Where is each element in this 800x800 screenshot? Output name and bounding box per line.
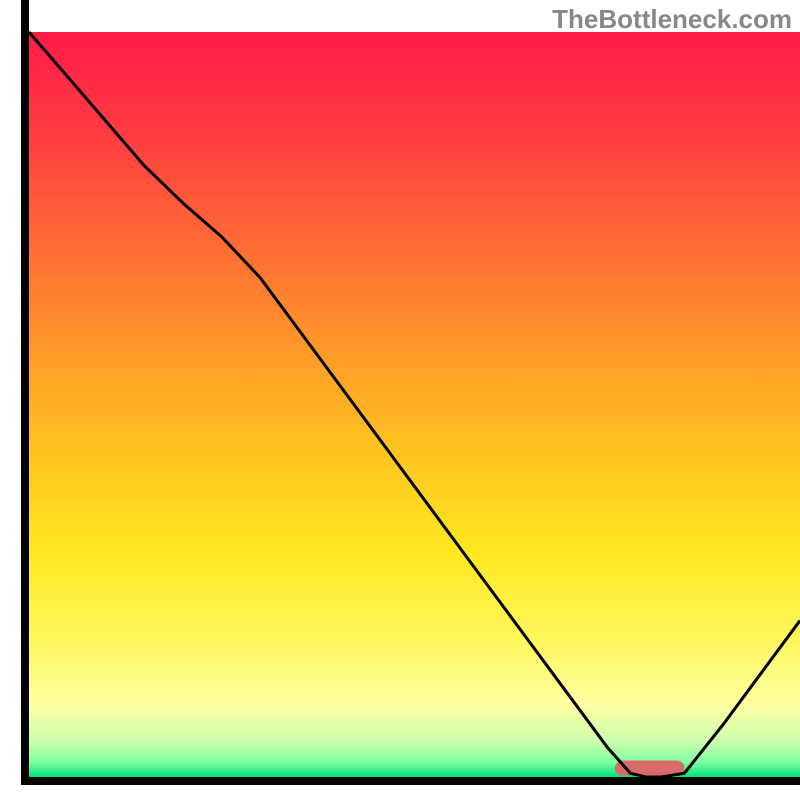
- chart-container: TheBottleneck.com: [0, 0, 800, 800]
- gradient-background: [29, 32, 800, 777]
- x-axis: [21, 777, 800, 785]
- watermark-text: TheBottleneck.com: [552, 4, 792, 35]
- bottleneck-chart: [0, 0, 800, 800]
- y-axis: [21, 0, 29, 785]
